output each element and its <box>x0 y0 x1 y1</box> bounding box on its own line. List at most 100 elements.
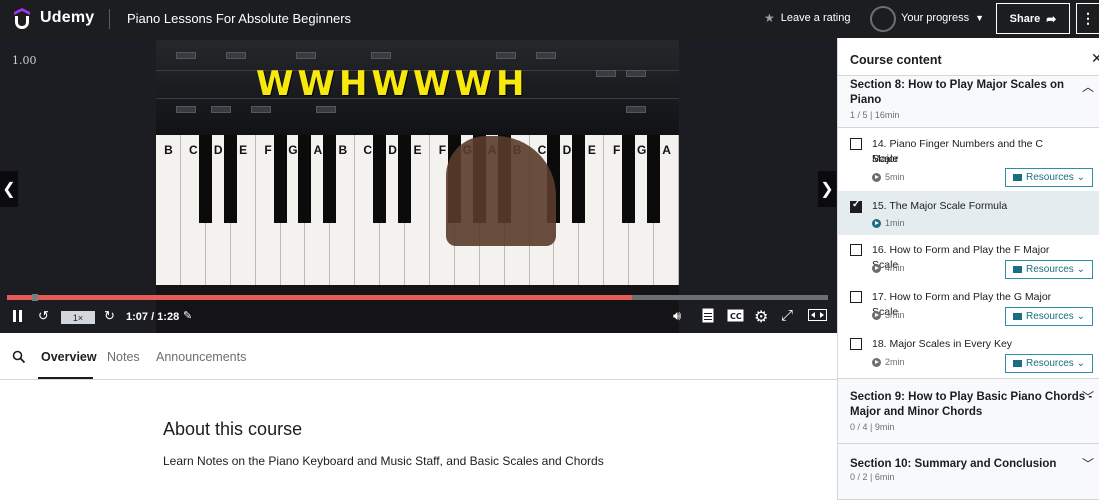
resources-label: Resources <box>1026 358 1074 369</box>
piano-black-key <box>198 135 212 223</box>
expand-icon: ⤢ <box>781 307 794 324</box>
leave-rating-label: Leave a rating <box>780 12 851 24</box>
lecture-16-checkbox[interactable] <box>850 244 862 256</box>
course-title[interactable]: Piano Lessons For Absolute Beginners <box>127 11 351 26</box>
captions-button[interactable]: CC <box>727 309 744 325</box>
lecture-item-18[interactable]: 18. Major Scales in Every Key 2min Resou… <box>838 329 1099 377</box>
leave-rating-button[interactable]: ★ Leave a rating <box>764 11 850 25</box>
section-9-header[interactable]: Section 9: How to Play Basic Piano Chord… <box>838 378 1099 444</box>
next-lecture-button[interactable]: ❯ <box>818 171 836 207</box>
lecture-item-15[interactable]: 15. The Major Scale Formula 1min <box>838 191 1099 235</box>
close-sidebar-button[interactable]: ✕ <box>1091 50 1099 67</box>
section-8-title-line1: Section 8: How to Play Major Scales on <box>850 79 1065 91</box>
lecture-14-checkbox[interactable] <box>850 138 862 150</box>
time-display: 1:07 / 1:28 <box>126 311 180 323</box>
transcript-icon <box>702 308 714 323</box>
chevron-left-icon: ❮ <box>2 181 16 198</box>
video-player[interactable]: 1.00 WWHWWWH BCDEFGABCDEFGABCDEFGA ❮ ❯ <box>0 38 837 333</box>
pause-button[interactable] <box>12 309 24 326</box>
section-10-header[interactable]: Section 10: Summary and Conclusion 0 / 2… <box>838 444 1099 500</box>
folder-icon <box>1013 174 1022 181</box>
chevron-down-icon: ﹀ <box>1082 390 1095 404</box>
captions-icon: CC <box>727 309 744 322</box>
duration-label: 2min <box>885 357 905 367</box>
add-note-button[interactable]: ✎ <box>183 309 192 322</box>
tab-announcements[interactable]: Announcements <box>156 350 246 364</box>
lecture-item-17[interactable]: 17. How to Form and Play the G Major Sca… <box>838 282 1099 329</box>
fullscreen-button[interactable]: ⤢ <box>781 307 793 324</box>
lecture-15-duration: 1min <box>872 218 905 228</box>
piano-black-key <box>622 135 636 223</box>
lecture-17-checkbox[interactable] <box>850 291 862 303</box>
play-circle-icon <box>872 357 881 367</box>
section-8-header[interactable]: Section 8: How to Play Major Scales on P… <box>838 76 1099 128</box>
your-progress-button[interactable]: Your progress ▼ <box>901 12 984 24</box>
course-tabs: Overview Notes Announcements <box>0 333 837 380</box>
lecture-16-duration: 4min <box>872 263 905 273</box>
piano-black-key <box>223 135 237 223</box>
chevron-down-icon: ▼ <box>975 13 985 23</box>
chevron-down-icon: ﹀ <box>1082 457 1095 471</box>
your-progress-label: Your progress <box>901 12 970 24</box>
lecture-14-title-line2: Scale <box>872 153 899 165</box>
tab-notes[interactable]: Notes <box>107 350 140 364</box>
expanded-view-button[interactable] <box>808 309 827 324</box>
piano-black-key <box>647 135 661 223</box>
lecture-18-resources-button[interactable]: Resources ⌄ <box>1005 354 1093 373</box>
pause-icon <box>13 310 22 322</box>
section-8-meta: 1 / 5 | 16min <box>850 110 900 120</box>
course-content-sidebar: Course content ✕ Section 8: How to Play … <box>837 38 1099 500</box>
share-label: Share <box>1009 12 1041 25</box>
section-8-title-line2: Piano <box>850 94 882 106</box>
video-controls: ↺ 1× ↻ 1:07 / 1:28 ✎ 🔊︎ CC ⚙ ⤢ <box>0 304 837 332</box>
tab-overview[interactable]: Overview <box>41 350 97 364</box>
more-options-button[interactable]: ⋮ <box>1076 3 1099 34</box>
play-circle-icon <box>872 218 881 228</box>
piano-black-key <box>398 135 412 223</box>
lecture-14-resources-button[interactable]: Resources ⌄ <box>1005 168 1093 187</box>
search-icon[interactable] <box>12 350 26 364</box>
course-content-header: Course content ✕ <box>838 38 1099 76</box>
forward-button[interactable]: ↻ <box>104 308 115 324</box>
resources-label: Resources <box>1026 172 1074 183</box>
seek-bar[interactable] <box>7 294 828 301</box>
share-button[interactable]: Share ➦ <box>996 3 1070 34</box>
seek-handle[interactable] <box>31 294 38 301</box>
brand-name: Udemy <box>40 9 95 26</box>
course-content-title: Course content <box>850 53 942 67</box>
piano-note-label: B <box>164 143 173 157</box>
duration-label: 1min <box>885 218 905 228</box>
lecture-16-resources-button[interactable]: Resources ⌄ <box>1005 260 1093 279</box>
chevron-right-icon: ❯ <box>820 181 834 198</box>
udemy-logo[interactable]: Udemy <box>10 6 94 30</box>
progress-ring-icon[interactable] <box>870 6 896 32</box>
lecture-15-checkbox[interactable] <box>850 199 862 213</box>
lecture-14-duration: 5min <box>872 172 905 182</box>
transcript-button[interactable] <box>702 308 714 326</box>
video-frame[interactable]: WWHWWWH BCDEFGABCDEFGABCDEFGA <box>156 40 679 333</box>
section-10-meta: 0 / 2 | 6min <box>850 472 895 482</box>
lecture-18-checkbox[interactable] <box>850 338 862 350</box>
lecture-item-16[interactable]: 16. How to Form and Play the F Major Sca… <box>838 235 1099 282</box>
play-circle-icon <box>872 263 881 273</box>
lecture-18-title: 18. Major Scales in Every Key <box>872 338 1013 350</box>
piano-black-key <box>298 135 312 223</box>
rewind-button[interactable]: ↺ <box>38 308 49 324</box>
header-divider <box>109 9 110 29</box>
volume-button[interactable]: 🔊︎ <box>673 308 681 324</box>
active-tab-indicator <box>38 377 93 379</box>
piano-black-key <box>273 135 287 223</box>
section-9-meta: 0 / 4 | 9min <box>850 422 895 432</box>
lecture-item-14[interactable]: 14. Piano Finger Numbers and the C Major… <box>838 129 1099 191</box>
close-icon: ✕ <box>1091 50 1099 66</box>
previous-lecture-button[interactable]: ❮ <box>0 171 18 207</box>
lecture-17-resources-button[interactable]: Resources ⌄ <box>1005 307 1093 326</box>
play-circle-icon <box>872 172 881 182</box>
gear-icon: ⚙ <box>754 309 769 326</box>
star-icon: ★ <box>764 11 775 25</box>
duration-label: 4min <box>885 263 905 273</box>
lecture-15-title: 15. The Major Scale Formula <box>872 200 1008 212</box>
playback-speed-button[interactable]: 1× <box>61 311 95 324</box>
forward-icon: ↻ <box>104 308 115 323</box>
settings-button[interactable]: ⚙ <box>754 307 768 327</box>
